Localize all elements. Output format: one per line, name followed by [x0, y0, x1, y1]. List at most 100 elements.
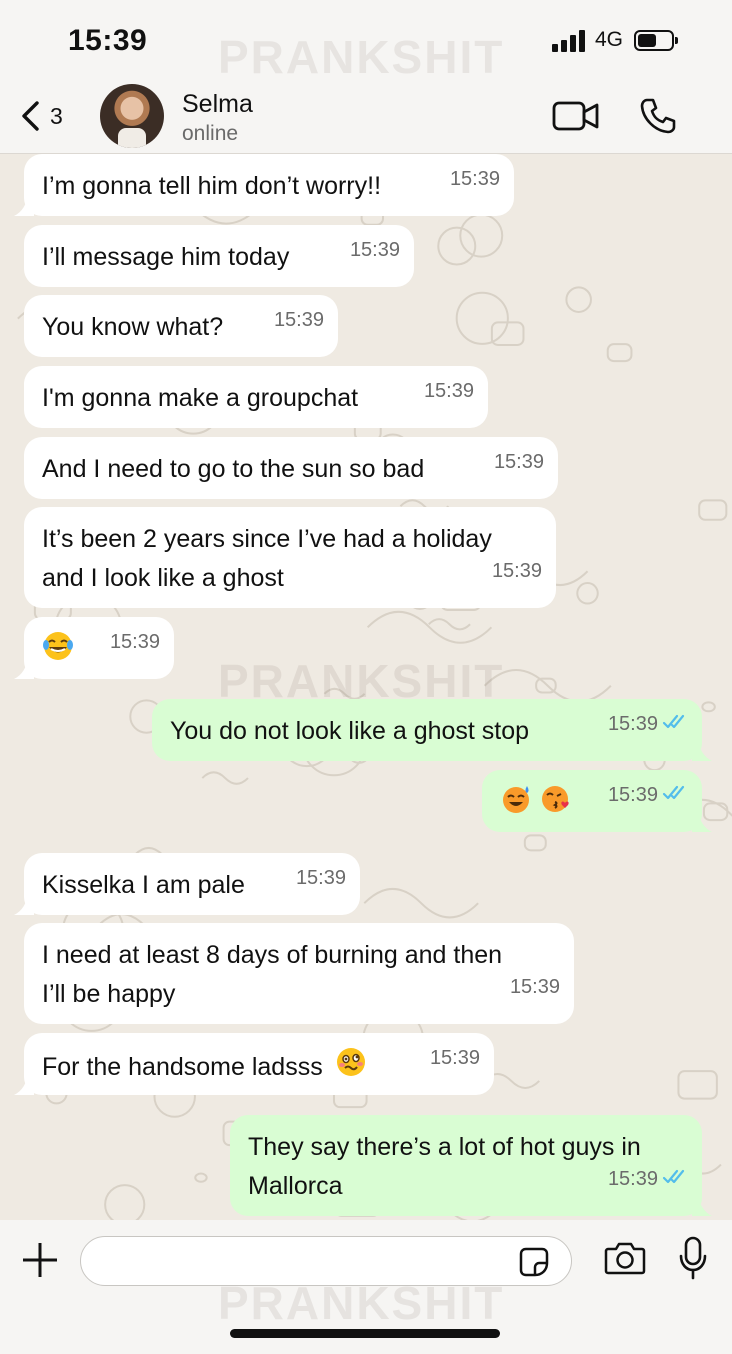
- status-bar: PRANKSHIT 15:39 4G: [0, 0, 732, 83]
- message-status: [662, 775, 690, 814]
- message-line: and I look like a ghost: [42, 564, 284, 592]
- read-ticks-icon: [662, 714, 685, 729]
- message-text: They say there’s a lot of hot guys in Mal…: [248, 1128, 641, 1206]
- chat-area[interactable]: PRANKSHIT I’m gonna tell him don’t worry…: [0, 154, 732, 1220]
- message-time: 15:39: [493, 451, 544, 473]
- message-status: [662, 704, 690, 743]
- incoming-message[interactable]: I'm gonna make a groupchat 15:39: [24, 366, 488, 428]
- incoming-message[interactable]: I need at least 8 days of burning and th…: [24, 923, 574, 1024]
- incoming-message[interactable]: 15:39: [24, 617, 174, 679]
- message-text: I'm gonna make a groupchat: [42, 379, 358, 418]
- phone-icon: [640, 98, 676, 134]
- message-time: 15:39: [509, 976, 560, 998]
- message-time: 15:39: [449, 168, 500, 190]
- outgoing-message[interactable]: You do not look like a ghost stop 15:39: [152, 699, 702, 761]
- incoming-message[interactable]: I’m gonna tell him don’t worry!! 15:39: [24, 154, 514, 216]
- tears-of-joy-emoji: [42, 630, 74, 674]
- incoming-message[interactable]: For the handsome ladsss 15:39: [24, 1033, 494, 1095]
- incoming-message[interactable]: You know what? 15:39: [24, 295, 338, 357]
- message-line: I’ll message him today: [42, 243, 290, 271]
- video-call-button[interactable]: [552, 100, 600, 137]
- message-line: Kisselka I am pale: [42, 871, 245, 899]
- message-text: You know what?: [42, 308, 223, 347]
- wallpaper-doodle: [677, 1070, 718, 1100]
- message-time: 15:39: [295, 867, 346, 889]
- message-time: 15:39: [491, 560, 542, 582]
- avatar[interactable]: [100, 84, 164, 148]
- message-time: 15:39: [349, 239, 400, 261]
- bubble-tail: [692, 1194, 712, 1216]
- message-text: I’ll message him today: [42, 238, 289, 277]
- message-text: For the handsome ladsss: [42, 1046, 367, 1090]
- back-button[interactable]: 3: [20, 96, 92, 136]
- signal-icon: [552, 30, 586, 52]
- microphone-icon: [679, 1236, 707, 1280]
- battery-icon: [634, 30, 678, 51]
- incoming-message[interactable]: It’s been 2 years since I’ve had a holid…: [24, 507, 556, 608]
- message-line: It’s been 2 years since I’ve had a holid…: [42, 525, 492, 553]
- message-text: I need at least 8 days of burning and th…: [42, 936, 502, 1014]
- message-status: [662, 1159, 690, 1198]
- wallpaper-doodle: [194, 1172, 208, 1183]
- outgoing-message[interactable]: They say there’s a lot of hot guys in Mal…: [230, 1115, 702, 1216]
- contact-name[interactable]: Selma: [182, 90, 253, 119]
- message-line: Mallorca: [248, 1172, 343, 1200]
- wallpaper-doodle: [455, 291, 509, 345]
- wallpaper-doodle: [363, 888, 479, 919]
- camera-button[interactable]: [604, 1240, 646, 1281]
- wallpaper-doodle: [459, 213, 504, 258]
- message-text: [500, 783, 572, 827]
- wallpaper-doodle: [104, 1184, 146, 1220]
- message-time: 15:39: [607, 1168, 658, 1190]
- wallpaper-doodle: [437, 226, 477, 266]
- woozy-face-emoji: [335, 1046, 367, 1090]
- bubble-tail: [14, 893, 34, 915]
- composer-bar: PRANKSHIT: [0, 1220, 732, 1354]
- message-line: You do not look like a ghost stop: [170, 717, 530, 745]
- battery-level: [638, 34, 656, 47]
- attach-button[interactable]: [20, 1240, 60, 1285]
- message-line: And I need to go to the sun so bad: [42, 455, 425, 483]
- message-time: 15:39: [607, 784, 658, 806]
- message-text: I’m gonna tell him don’t worry!!: [42, 167, 381, 206]
- wallpaper-doodle: [576, 582, 599, 605]
- voice-call-button[interactable]: [638, 96, 678, 141]
- message-text: And I need to go to the sun so bad: [42, 450, 424, 489]
- message-time: 15:39: [423, 380, 474, 402]
- watermark: PRANKSHIT: [218, 1277, 505, 1329]
- message-text: [42, 630, 74, 674]
- blowing-kiss-emoji: [540, 783, 572, 827]
- message-text: Kisselka I am pale: [42, 866, 245, 905]
- message-line: I’m gonna tell him don’t worry!!: [42, 172, 382, 200]
- wallpaper-doodle: [523, 834, 547, 852]
- bubble-tail: [14, 194, 34, 216]
- read-ticks-icon: [662, 785, 685, 800]
- wallpaper-doodle: [366, 611, 493, 644]
- sticker-button[interactable]: [518, 1246, 550, 1283]
- incoming-message[interactable]: I’ll message him today 15:39: [24, 225, 414, 287]
- bubble-tail: [14, 657, 34, 679]
- camera-icon: [604, 1242, 646, 1275]
- bubble-tail: [692, 739, 712, 761]
- message-time: 15:39: [429, 1047, 480, 1069]
- wallpaper-doodle: [701, 701, 716, 713]
- incoming-message[interactable]: Kisselka I am pale 15:39: [24, 853, 360, 915]
- message-line: They say there’s a lot of hot guys in: [248, 1133, 641, 1161]
- bubble-tail: [14, 1073, 34, 1095]
- outgoing-message[interactable]: 15:39: [482, 770, 702, 832]
- message-line: I'm gonna make a groupchat: [42, 384, 359, 412]
- message-line: I need at least 8 days of burning and th…: [42, 941, 503, 969]
- message-line: You know what?: [42, 313, 224, 341]
- message-time: 15:39: [607, 713, 658, 735]
- sticker-icon: [519, 1247, 549, 1277]
- plus-icon: [23, 1243, 57, 1277]
- microphone-button[interactable]: [678, 1236, 708, 1285]
- contact-status: online: [182, 122, 239, 145]
- bubble-tail: [692, 810, 712, 832]
- chat-header: 3 Selma online: [0, 80, 732, 154]
- incoming-message[interactable]: And I need to go to the sun so bad 15:39: [24, 437, 558, 499]
- network-type: 4G: [595, 28, 624, 51]
- wallpaper-doodle: [201, 771, 249, 785]
- unread-count: 3: [50, 102, 63, 129]
- smiling-sweat-emoji: [500, 783, 532, 827]
